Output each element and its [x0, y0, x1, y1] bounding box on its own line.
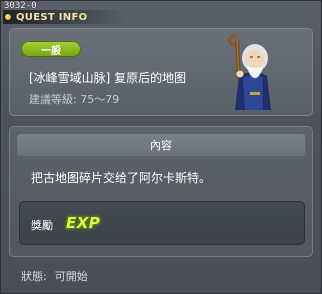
content-section-header: 內容 — [17, 134, 305, 156]
quest-description: 把古地图碎片交给了阿尔卡斯特。 — [31, 171, 212, 185]
exp-reward-icon: EXP — [66, 214, 101, 232]
window-title: QUEST INFO — [16, 11, 88, 23]
quest-status: 狀態: 可開始 — [21, 268, 96, 284]
reward-box — [19, 201, 305, 245]
reward-label: 獎勵 — [31, 219, 53, 232]
recommended-level: 建議等級: 75～79 — [29, 93, 120, 106]
title-bullet-icon — [5, 14, 11, 20]
quest-info-window: 3032-0 QUEST INFO 一般 [冰峰雪域山脉] 复原后的地图 建議等… — [0, 0, 322, 294]
old-wizard-npc-icon — [227, 34, 271, 111]
status-label: 狀態: — [21, 270, 47, 283]
quest-category-badge: 一般 — [21, 41, 81, 57]
window-title-bar[interactable]: QUEST INFO — [3, 10, 125, 24]
quest-name: [冰峰雪域山脉] 复原后的地图 — [29, 71, 187, 85]
status-value: 可開始 — [54, 270, 88, 283]
